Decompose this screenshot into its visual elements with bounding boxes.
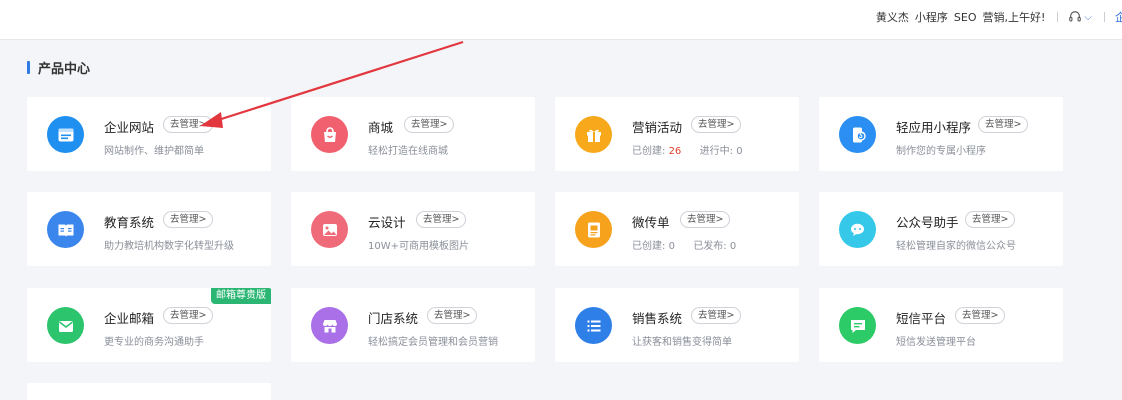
product-name: 企业邮箱 <box>104 311 155 326</box>
manage-button[interactable]: 去管理> <box>163 211 214 228</box>
created-label: 已创建: <box>632 146 666 157</box>
product-name: 销售系统 <box>632 311 683 326</box>
product-card-sms[interactable]: 短信平台 去管理> 短信发送管理平台 <box>819 288 1063 362</box>
product-desc: 已创建: 0 已发布: 0 <box>632 237 736 252</box>
wechat-icon <box>839 211 876 248</box>
title-accent-bar <box>27 60 30 74</box>
product-name: 营销活动 <box>632 120 683 135</box>
product-name: 商城 <box>368 120 394 135</box>
created-count: 26 <box>668 146 682 157</box>
mail-icon <box>47 307 84 344</box>
product-desc: 轻松搞定会员管理和会员营销 <box>368 337 498 348</box>
manage-button[interactable]: 去管理> <box>404 116 455 133</box>
manage-button[interactable]: 去管理> <box>955 307 1006 324</box>
flyer-icon <box>575 211 612 248</box>
product-card-education[interactable]: 教育系统 去管理> 助力教培机构数字化转型升级 <box>27 192 271 266</box>
gift-icon <box>575 116 612 153</box>
product-card-miniprogram[interactable]: 轻应用小程序 去管理> 制作您的专属小程序 <box>819 97 1063 171</box>
manage-button[interactable]: 去管理> <box>978 116 1029 133</box>
product-card-sales[interactable]: 销售系统 去管理> 让获客和销售变得简单 <box>555 288 799 362</box>
section-title-text: 产品中心 <box>38 61 91 77</box>
created-label: 已创建: <box>632 241 666 252</box>
product-desc: 10W+可商用模板图片 <box>368 241 469 252</box>
product-card-wechat[interactable]: 公众号助手 去管理> 轻松管理自家的微信公众号 <box>819 192 1063 266</box>
running-label: 进行中: <box>699 146 734 157</box>
product-card-mall[interactable]: 商城 去管理> 轻松打造在线商城 <box>291 97 535 171</box>
product-card-mail[interactable]: 邮箱尊贵版 企业邮箱 去管理> 更专业的商务沟通助手 <box>27 288 271 362</box>
product-name: 云设计 <box>368 215 406 230</box>
product-desc: 已创建: 26 进行中: 0 <box>632 142 743 157</box>
product-name: 企业网站 <box>104 120 155 135</box>
manage-button[interactable]: 去管理> <box>163 116 214 133</box>
product-name: 门店系统 <box>368 311 419 326</box>
product-card-store[interactable]: 门店系统 去管理> 轻松搞定会员管理和会员营销 <box>291 288 535 362</box>
section-title: 产品中心 <box>27 59 91 77</box>
product-desc: 网站制作、维护都简单 <box>104 146 204 157</box>
product-desc: 助力教培机构数字化转型升级 <box>104 241 234 252</box>
product-desc: 让获客和销售变得简单 <box>632 337 732 348</box>
product-card-flyer[interactable]: 微传单 去管理> 已创建: 0 已发布: 0 <box>555 192 799 266</box>
published-label: 已发布: <box>693 241 727 252</box>
product-card-partial[interactable] <box>27 383 271 400</box>
manage-button[interactable]: 去管理> <box>691 116 742 133</box>
running-count: 0 <box>736 146 743 157</box>
chevron-down-icon[interactable]: ⌵ <box>1084 12 1092 23</box>
shopping-bag-icon <box>311 116 348 153</box>
product-card-marketing[interactable]: 营销活动 去管理> 已创建: 26 进行中: 0 <box>555 97 799 171</box>
divider <box>1057 12 1059 22</box>
divider <box>1104 12 1105 22</box>
website-icon <box>47 116 84 153</box>
image-icon <box>311 211 348 248</box>
manage-button[interactable]: 去管理> <box>965 211 1016 228</box>
product-desc: 更专业的商务沟通助手 <box>104 337 204 348</box>
product-desc: 轻松管理自家的微信公众号 <box>896 241 1016 252</box>
seo-link[interactable]: SEO <box>954 11 977 24</box>
topbar-right: 黄义杰 小程序 SEO 营销,上午好! ⌵ 企 <box>876 0 1122 34</box>
product-name: 轻应用小程序 <box>896 120 972 135</box>
top-bar: 黄义杰 小程序 SEO 营销,上午好! ⌵ 企 <box>0 0 1122 40</box>
product-desc: 制作您的专属小程序 <box>896 146 986 157</box>
sms-icon <box>839 307 876 344</box>
greeting-text: 营销,上午好! <box>982 11 1046 24</box>
book-icon <box>47 211 84 248</box>
product-desc: 短信发送管理平台 <box>896 337 976 348</box>
miniprogram-link[interactable]: 小程序 <box>915 9 948 25</box>
user-name[interactable]: 黄义杰 <box>876 9 909 25</box>
premium-badge: 邮箱尊贵版 <box>211 288 271 304</box>
enterprise-link[interactable]: 企 <box>1115 9 1122 25</box>
product-card-design[interactable]: 云设计 去管理> 10W+可商用模板图片 <box>291 192 535 266</box>
store-icon <box>311 307 348 344</box>
manage-button[interactable]: 去管理> <box>427 307 478 324</box>
headset-icon[interactable] <box>1068 10 1082 24</box>
product-name: 微传单 <box>632 215 670 230</box>
manage-button[interactable]: 去管理> <box>691 307 742 324</box>
product-name: 短信平台 <box>896 311 947 326</box>
manage-button[interactable]: 去管理> <box>416 211 467 228</box>
miniprogram-icon <box>839 116 876 153</box>
list-icon <box>575 307 612 344</box>
created-count: 0 <box>668 241 675 252</box>
product-desc: 轻松打造在线商城 <box>368 146 448 157</box>
manage-button[interactable]: 去管理> <box>680 211 731 228</box>
manage-button[interactable]: 去管理> <box>163 307 214 324</box>
product-name: 教育系统 <box>104 215 155 230</box>
product-card-website[interactable]: 企业网站 去管理> 网站制作、维护都简单 <box>27 97 271 171</box>
product-name: 公众号助手 <box>896 215 959 230</box>
published-count: 0 <box>729 241 737 252</box>
